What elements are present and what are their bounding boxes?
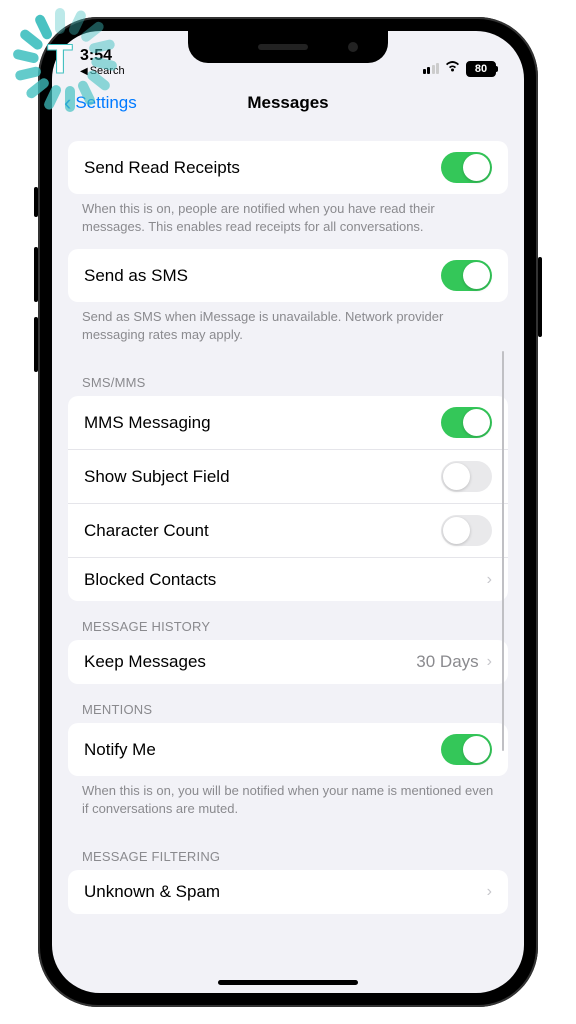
mentions-header: MENTIONS — [52, 684, 524, 723]
unknown-spam-row[interactable]: Unknown & Spam › — [68, 870, 508, 914]
settings-content[interactable]: Send Read Receipts When this is on, peop… — [52, 125, 524, 973]
phone-screen: 3:54 ◀ Search 80 ‹ Settings — [52, 31, 524, 993]
page-title: Messages — [247, 93, 328, 113]
char-count-toggle[interactable] — [441, 515, 492, 546]
send-read-receipts-row[interactable]: Send Read Receipts — [68, 141, 508, 194]
subject-toggle[interactable] — [441, 461, 492, 492]
nav-bar: ‹ Settings Messages — [52, 81, 524, 125]
send-as-sms-row[interactable]: Send as SMS — [68, 249, 508, 302]
cell-label: Send Read Receipts — [84, 158, 441, 178]
battery-indicator: 80 — [466, 61, 496, 77]
mms-toggle[interactable] — [441, 407, 492, 438]
message-filtering-header: MESSAGE FILTERING — [52, 831, 524, 870]
show-subject-field-row[interactable]: Show Subject Field — [68, 449, 508, 503]
notch — [188, 31, 388, 63]
side-button — [538, 257, 542, 337]
cell-label: MMS Messaging — [84, 413, 441, 433]
cell-label: Notify Me — [84, 740, 441, 760]
scroll-indicator[interactable] — [502, 351, 505, 751]
home-indicator[interactable] — [218, 980, 358, 985]
cellular-signal-icon — [423, 63, 440, 74]
cell-label: Character Count — [84, 521, 441, 541]
wifi-icon — [444, 60, 461, 77]
cell-label: Blocked Contacts — [84, 570, 487, 590]
cell-label: Unknown & Spam — [84, 882, 487, 902]
keep-messages-row[interactable]: Keep Messages 30 Days › — [68, 640, 508, 684]
watermark-logo: T — [5, 5, 115, 115]
sms-mms-header: SMS/MMS — [52, 357, 524, 396]
chevron-right-icon: › — [487, 883, 492, 901]
cell-label: Send as SMS — [84, 266, 441, 286]
send-sms-toggle[interactable] — [441, 260, 492, 291]
mute-switch — [34, 187, 38, 217]
mentions-footer: When this is on, you will be notified wh… — [52, 776, 524, 831]
notify-toggle[interactable] — [441, 734, 492, 765]
character-count-row[interactable]: Character Count — [68, 503, 508, 557]
keep-messages-value: 30 Days — [416, 652, 478, 672]
chevron-right-icon: › — [487, 571, 492, 589]
cell-label: Keep Messages — [84, 652, 416, 672]
cell-label: Show Subject Field — [84, 467, 441, 487]
message-history-header: MESSAGE HISTORY — [52, 601, 524, 640]
chevron-right-icon: › — [487, 653, 492, 671]
blocked-contacts-row[interactable]: Blocked Contacts › — [68, 557, 508, 601]
mms-messaging-row[interactable]: MMS Messaging — [68, 396, 508, 449]
volume-down-button — [34, 317, 38, 372]
phone-frame: 3:54 ◀ Search 80 ‹ Settings — [38, 17, 538, 1007]
send-sms-footer: Send as SMS when iMessage is unavailable… — [52, 302, 524, 357]
read-receipts-toggle[interactable] — [441, 152, 492, 183]
notify-me-row[interactable]: Notify Me — [68, 723, 508, 776]
volume-up-button — [34, 247, 38, 302]
read-receipts-footer: When this is on, people are notified whe… — [52, 194, 524, 249]
